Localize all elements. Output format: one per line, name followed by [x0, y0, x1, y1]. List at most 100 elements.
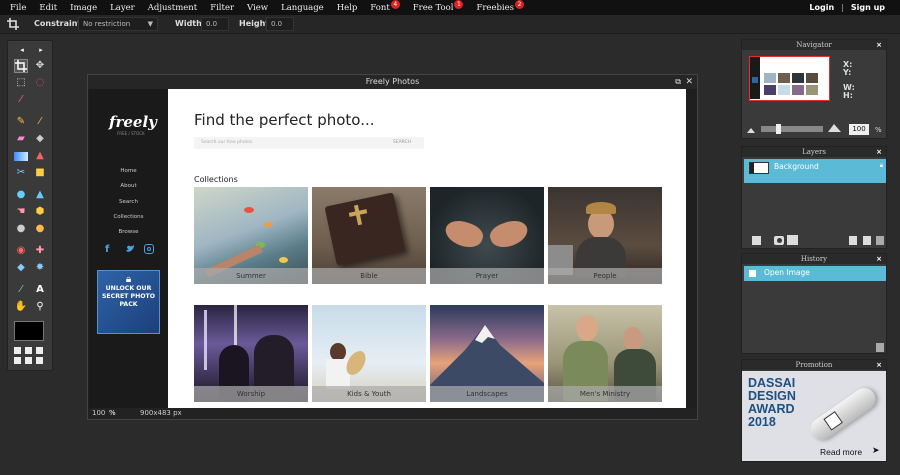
menu-font[interactable]: Font 4 — [370, 0, 400, 13]
zoom-input[interactable]: 100 — [92, 409, 105, 417]
site-search-button[interactable]: SEARCH — [380, 137, 424, 149]
view-mode-icon[interactable] — [25, 347, 32, 354]
resize-handle-icon[interactable] — [876, 236, 884, 245]
collection-tile[interactable]: Bible — [312, 187, 426, 284]
magic-wand-icon[interactable]: ⁄ — [14, 93, 28, 107]
site-nav-browse[interactable]: Browse — [89, 225, 168, 240]
sponge-tool-icon[interactable]: ⬢ — [33, 205, 47, 219]
collection-tile[interactable]: People — [548, 187, 662, 284]
view-mode-icon[interactable] — [36, 347, 43, 354]
trash-icon[interactable] — [863, 236, 871, 245]
menu-image[interactable]: Image — [70, 3, 97, 13]
eraser-tool-icon[interactable]: ▰ — [14, 132, 28, 146]
brush-tool-icon[interactable]: ⁄ — [33, 115, 47, 129]
site-nav-search[interactable]: Search — [89, 195, 168, 210]
marquee-tool-icon[interactable]: ⬚ — [14, 76, 28, 90]
menu-file[interactable]: File — [10, 3, 26, 13]
site-nav-about[interactable]: About — [89, 179, 168, 194]
smudge-tool-icon[interactable]: ☚ — [14, 205, 28, 219]
instagram-icon[interactable] — [144, 244, 154, 254]
zoom-slider-handle[interactable] — [776, 124, 781, 134]
view-mode-icon[interactable] — [14, 347, 21, 354]
history-item[interactable]: Open Image — [744, 266, 886, 281]
view-mode-icon[interactable] — [14, 357, 21, 364]
menu-free-tool[interactable]: Free Tool 1 — [413, 0, 464, 13]
close-icon[interactable]: × — [876, 147, 882, 157]
drop-tool-icon[interactable]: ● — [14, 188, 28, 202]
image-canvas[interactable]: freely FREE / STOCK Home About Search Co… — [89, 89, 686, 409]
stamp-tool-icon[interactable]: ▲ — [33, 149, 47, 163]
crop-tool-icon[interactable] — [14, 59, 28, 73]
twitter-icon[interactable] — [125, 244, 135, 254]
collection-tile[interactable]: Worship — [194, 305, 308, 402]
gradient-tool-icon[interactable] — [14, 152, 28, 161]
constraint-select[interactable]: No restriction ▼ — [78, 17, 158, 31]
collection-tile[interactable]: Kids & Youth — [312, 305, 426, 402]
close-icon[interactable]: × — [876, 254, 882, 264]
layer-properties-icon[interactable] — [752, 236, 761, 245]
menu-layer[interactable]: Layer — [110, 3, 135, 13]
panel-collapse-left-icon[interactable]: ◂ — [15, 43, 29, 57]
width-input[interactable]: 0.0 — [201, 17, 229, 31]
zoom-slider[interactable] — [761, 124, 823, 134]
red-eye-icon[interactable]: ◉ — [14, 244, 28, 258]
menu-view[interactable]: View — [247, 3, 268, 13]
sharpen-tool-icon[interactable]: ▲ — [33, 188, 47, 202]
color-replace-icon[interactable]: ✂ — [14, 166, 28, 180]
move-tool-icon[interactable]: ✥ — [33, 59, 47, 73]
signup-link[interactable]: Sign up — [851, 3, 885, 12]
menu-adjustment[interactable]: Adjustment — [148, 3, 197, 13]
sticker-tool-icon[interactable]: ■ — [33, 166, 47, 180]
view-mode-icon[interactable] — [25, 357, 32, 364]
resize-handle-icon[interactable] — [876, 343, 884, 352]
close-icon[interactable]: × — [876, 360, 882, 370]
collection-tile[interactable]: Prayer — [430, 187, 544, 284]
dodge-tool-icon[interactable]: ● — [33, 222, 47, 236]
site-search-input[interactable]: Search our free photos — [194, 137, 380, 149]
menu-language[interactable]: Language — [281, 3, 324, 13]
bucket-tool-icon[interactable]: ◆ — [33, 132, 47, 146]
navigator-zoom-input[interactable]: 100 — [849, 124, 869, 135]
menu-freebies[interactable]: Freebies 2 — [476, 0, 525, 13]
navigator-thumbnail[interactable] — [749, 56, 830, 101]
zoom-out-icon[interactable] — [747, 126, 755, 133]
login-link[interactable]: Login — [809, 3, 834, 12]
collection-tile[interactable]: Men's Ministry — [548, 305, 662, 402]
menu-help[interactable]: Help — [337, 3, 358, 13]
site-nav-home[interactable]: Home — [89, 164, 168, 179]
hand-tool-icon[interactable]: ✋ — [14, 300, 28, 314]
arrow-right-icon[interactable]: ➤ — [872, 446, 880, 456]
pinch-tool-icon[interactable]: ✸ — [33, 261, 47, 275]
spot-heal-icon[interactable]: ✚ — [33, 244, 47, 258]
view-mode-icon[interactable] — [36, 357, 43, 364]
layer-mask-icon[interactable] — [774, 236, 784, 245]
burn-tool-icon[interactable]: ● — [14, 222, 28, 236]
zoom-tool-icon[interactable]: ⚲ — [33, 300, 47, 314]
text-tool-icon[interactable]: A — [33, 283, 47, 297]
lock-icon[interactable]: 🔒︎ — [880, 162, 883, 170]
bloat-tool-icon[interactable]: ◆ — [14, 261, 28, 275]
promo-banner[interactable]: 🔒︎ UNLOCK OUR SECRET PHOTO PACK — [97, 270, 160, 334]
panel-collapse-right-icon[interactable]: ▸ — [34, 43, 48, 57]
collection-tile[interactable]: Summer — [194, 187, 308, 284]
collection-tile[interactable]: Landscapes — [430, 305, 544, 402]
restore-icon[interactable]: ⧉ — [675, 75, 681, 89]
promotion-ad[interactable]: DASSAI DESIGN AWARD 2018 Read more ➤ — [742, 371, 886, 461]
height-input[interactable]: 0.0 — [266, 17, 294, 31]
lasso-tool-icon[interactable]: ◌ — [33, 76, 47, 90]
layer-row[interactable]: Background 🔒︎ — [744, 159, 886, 183]
crop-icon[interactable] — [7, 18, 19, 30]
zoom-in-icon[interactable] — [828, 124, 841, 132]
site-nav-collections[interactable]: Collections — [89, 210, 168, 225]
layer-style-icon[interactable] — [787, 235, 798, 245]
color-picker-icon[interactable]: ⁄ — [14, 283, 28, 297]
close-icon[interactable]: ✕ — [685, 75, 693, 89]
pencil-tool-icon[interactable]: ✎ — [14, 115, 28, 129]
promo-read-more[interactable]: Read more — [820, 447, 862, 457]
new-layer-icon[interactable] — [849, 236, 857, 245]
menu-edit[interactable]: Edit — [39, 3, 57, 13]
menu-filter[interactable]: Filter — [210, 3, 234, 13]
close-icon[interactable]: × — [876, 40, 882, 50]
facebook-icon[interactable]: f — [105, 244, 109, 255]
foreground-color-swatch[interactable] — [14, 321, 44, 341]
